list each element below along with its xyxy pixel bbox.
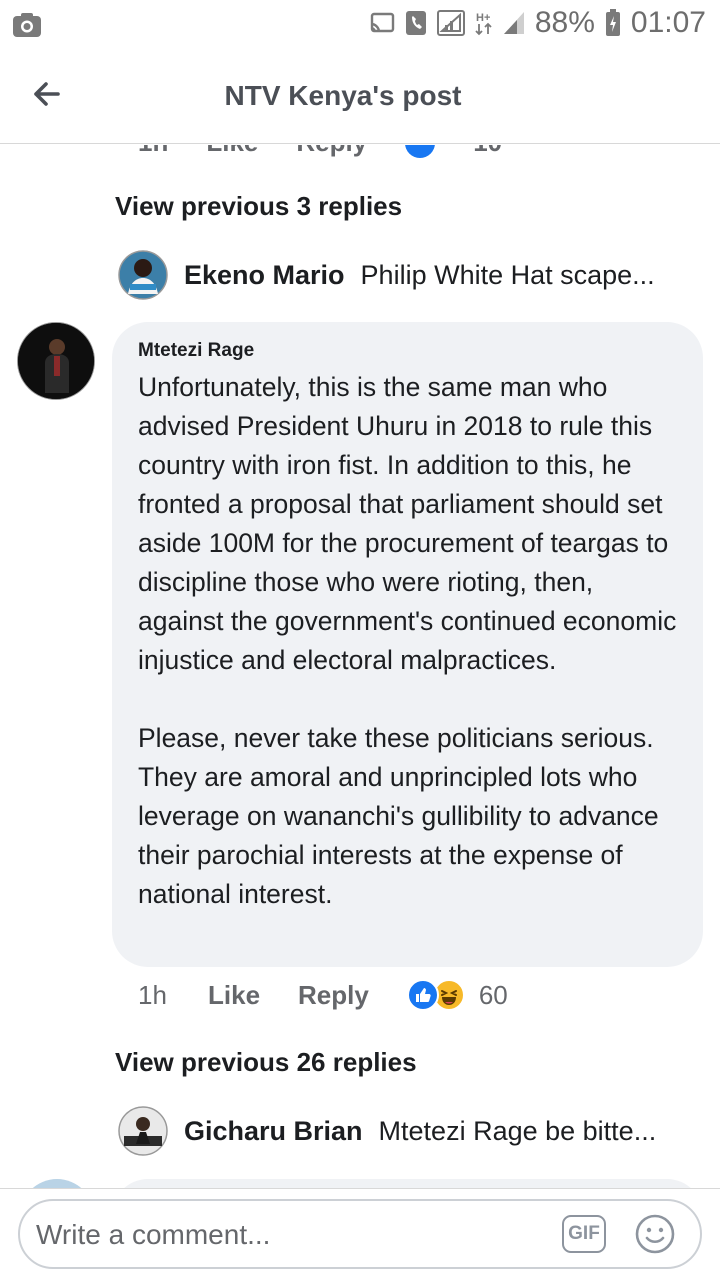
like-button[interactable]: Like	[208, 980, 260, 1011]
clock: 01:07	[630, 6, 706, 39]
reply-text: Philip White Hat scape...	[360, 259, 655, 290]
gif-button[interactable]: GIF	[562, 1215, 606, 1253]
avatar[interactable]	[20, 1179, 94, 1188]
signal-sim1-icon	[436, 10, 465, 36]
avatar[interactable]	[17, 322, 95, 400]
comments-feed[interactable]: 1h Like Reply 10 View previous 3 replies…	[0, 145, 720, 1188]
battery-percent: 88%	[534, 6, 595, 39]
cast-icon	[369, 12, 395, 34]
comment-paragraph: Please, never take these politicians ser…	[138, 723, 659, 909]
svg-text:H+: H+	[476, 12, 490, 24]
comment-bubble[interactable]: Mtetezi Rage Unfortunately, this is the …	[112, 322, 703, 967]
reactions[interactable]	[406, 979, 465, 1011]
comment-bubble[interactable]	[112, 1179, 703, 1188]
avatar[interactable]	[118, 1106, 168, 1156]
avatar[interactable]	[118, 250, 168, 300]
phone-icon	[405, 10, 427, 36]
reply-button[interactable]: Reply	[298, 980, 369, 1011]
page-title: NTV Kenya's post	[224, 80, 462, 111]
network-type-icon: H+	[475, 10, 493, 36]
reaction-count: 60	[478, 979, 508, 1010]
comment-input-placeholder: Write a comment...	[36, 1219, 271, 1250]
app-bar: NTV Kenya's post	[0, 50, 720, 144]
comment-time: 1h	[138, 979, 167, 1010]
comment-input[interactable]: Write a comment... GIF	[18, 1199, 702, 1269]
view-previous-replies-link[interactable]: View previous 26 replies	[115, 1047, 417, 1078]
comment-paragraph: Unfortunately, this is the same man who …	[138, 372, 677, 675]
thumbs-up-icon	[406, 979, 439, 1011]
reply-text: Mtetezi Rage be bitte...	[378, 1115, 657, 1146]
like-reaction-icon	[405, 145, 436, 158]
screenshot-icon	[12, 12, 42, 43]
reply-preview[interactable]: Ekeno Mario Philip White Hat scape...	[118, 250, 688, 300]
reaction-count: 10	[473, 145, 502, 158]
comment-actions: 1h Like Reply 60	[138, 979, 508, 1011]
status-bar: H+ 88% 01:07	[0, 0, 720, 50]
signal-sim2-icon	[503, 11, 525, 35]
comment-time: 1h	[138, 145, 168, 158]
reply-author-name[interactable]: Gicharu Brian	[184, 1116, 363, 1147]
reply-author-name[interactable]: Ekeno Mario	[184, 260, 345, 291]
reply-preview[interactable]: Gicharu Brian Mtetezi Rage be bitte...	[118, 1106, 688, 1156]
like-button[interactable]: Like	[206, 145, 258, 158]
battery-icon	[605, 9, 621, 37]
previous-comment-actions: 1h Like Reply 10	[138, 145, 502, 158]
comment-author-name[interactable]: Mtetezi Rage	[138, 340, 679, 362]
comment-composer: Write a comment... GIF	[0, 1188, 720, 1280]
emoji-icon[interactable]	[634, 1213, 676, 1255]
reply-button[interactable]: Reply	[296, 145, 367, 158]
view-previous-replies-link[interactable]: View previous 3 replies	[115, 191, 402, 222]
